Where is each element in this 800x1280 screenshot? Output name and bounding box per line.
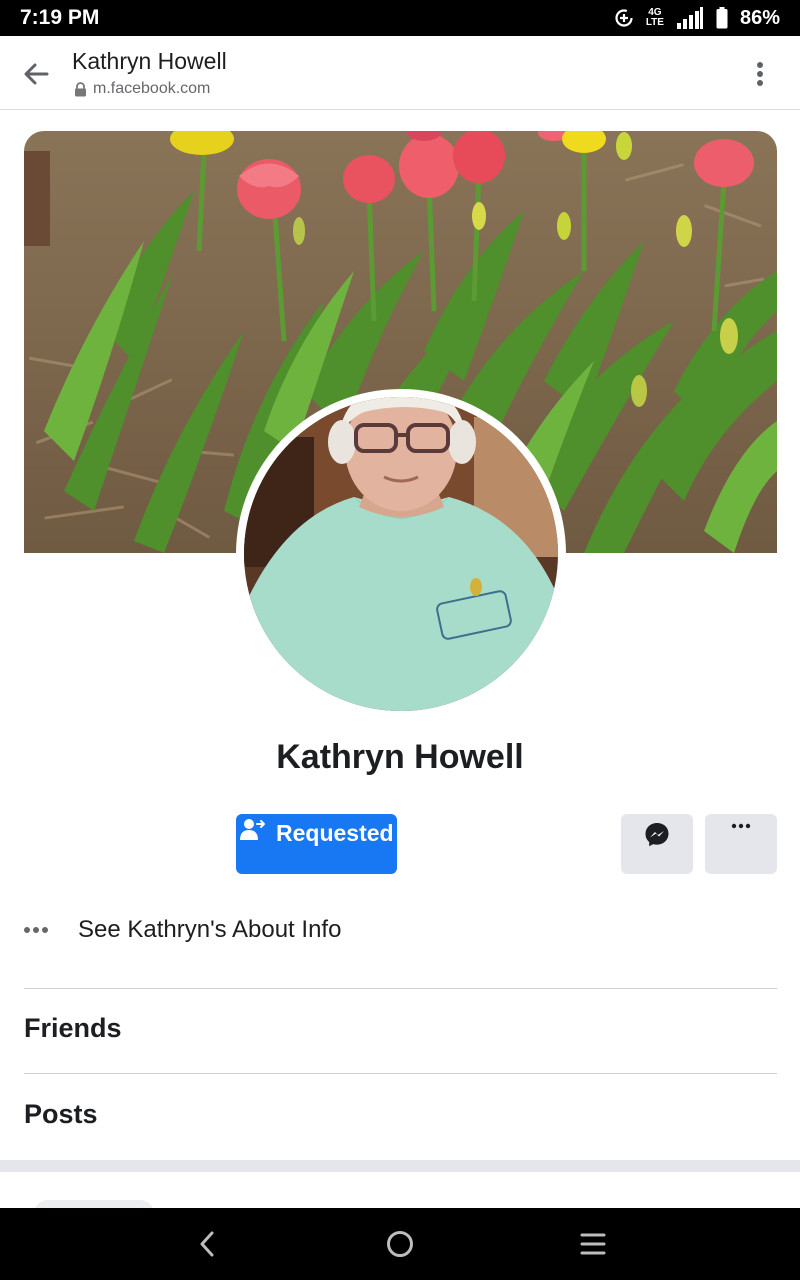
about-info-label: See Kathryn's About Info: [78, 916, 342, 943]
data-saver-icon: [615, 9, 633, 27]
messenger-icon: [645, 823, 669, 847]
page-url-text: m.facebook.com: [93, 80, 211, 97]
divider: [24, 988, 777, 989]
status-icons: 4G LTE 86%: [614, 6, 780, 30]
signal-icon: [676, 7, 703, 29]
posts-section-title: Posts: [24, 1099, 98, 1129]
more-icon: [731, 823, 751, 829]
back-arrow-icon: [24, 63, 49, 85]
nav-back-icon: [200, 1231, 214, 1257]
page-title: Kathryn Howell: [72, 48, 227, 74]
profile-picture[interactable]: [236, 389, 566, 719]
divider: [24, 1073, 777, 1074]
status-time: 7:19 PM: [20, 6, 100, 29]
about-info-link[interactable]: See Kathryn's About Info: [24, 905, 777, 955]
browser-menu-button[interactable]: [742, 56, 778, 92]
browser-toolbar: Kathryn Howell m.facebook.com: [0, 36, 800, 110]
nav-back-button[interactable]: [187, 1224, 227, 1264]
nav-home-button[interactable]: [380, 1224, 420, 1264]
section-separator: [0, 1160, 800, 1172]
battery-percent: 86%: [739, 6, 780, 29]
network-type-bottom: LTE: [645, 17, 664, 28]
requested-button[interactable]: Requested: [236, 814, 397, 874]
profile-name: Kathryn Howell: [276, 738, 524, 776]
requested-label: Requested: [276, 820, 394, 846]
battery-icon: [716, 7, 728, 29]
network-type: 4G LTE: [646, 8, 664, 28]
nav-recents-button[interactable]: [573, 1224, 613, 1264]
friends-section-title[interactable]: Friends: [24, 1013, 122, 1044]
status-bar: 7:19 PM 4G LTE 86%: [0, 0, 800, 36]
back-button[interactable]: [18, 56, 54, 92]
page-url: m.facebook.com: [74, 80, 210, 98]
more-dots-icon: [24, 927, 54, 933]
more-options-button[interactable]: [705, 814, 777, 874]
nav-recents-icon: [580, 1233, 606, 1255]
system-navigation-bar: [0, 1208, 800, 1280]
nav-home-icon: [386, 1231, 413, 1257]
message-button[interactable]: [621, 814, 693, 874]
add-friend-requested-icon: [240, 819, 265, 840]
lock-icon: [75, 81, 86, 96]
kebab-menu-icon: [757, 62, 763, 86]
